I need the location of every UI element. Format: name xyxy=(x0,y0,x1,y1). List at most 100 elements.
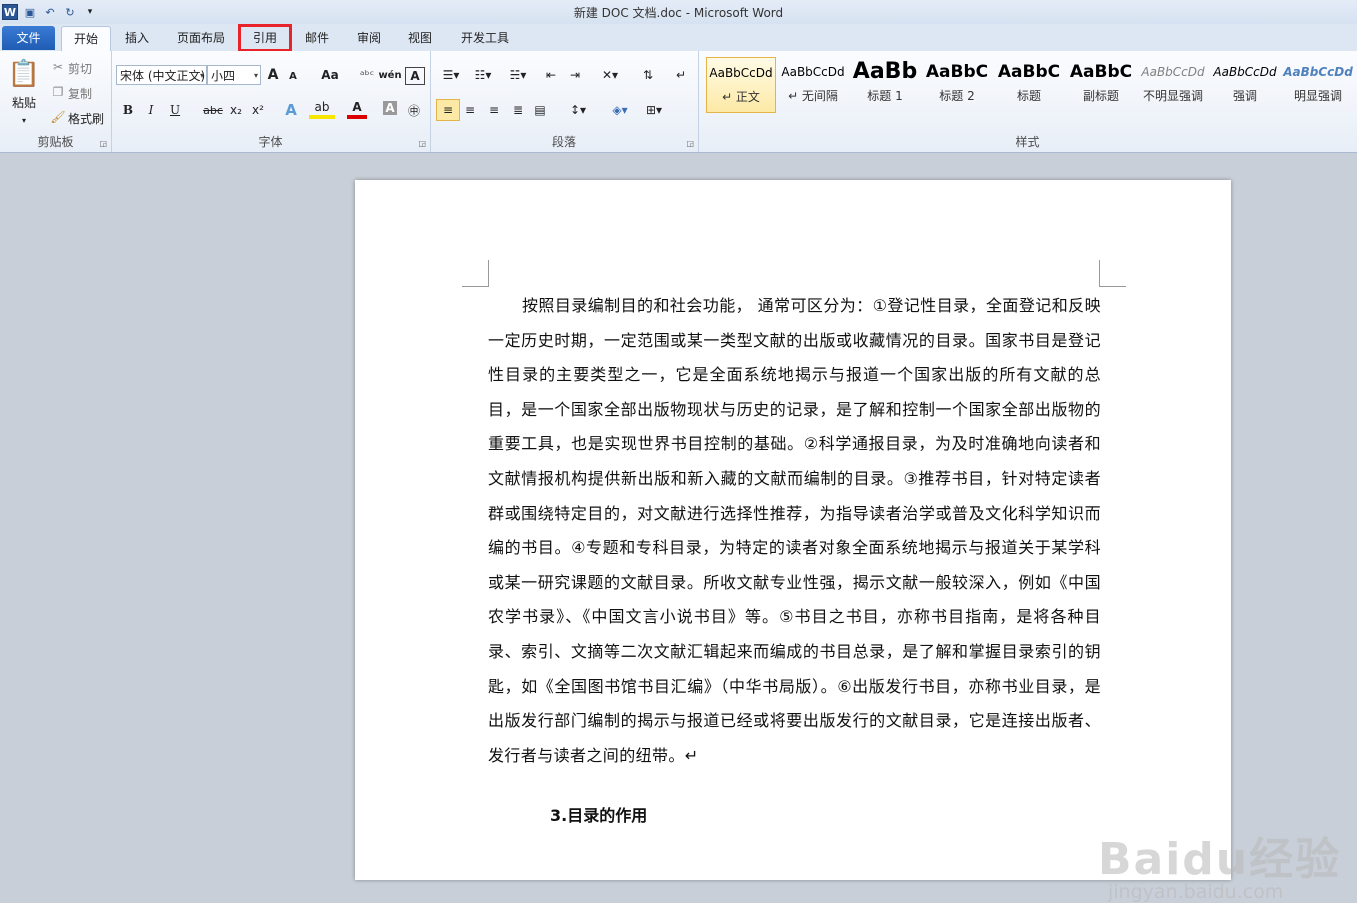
paste-icon[interactable]: 📋 xyxy=(6,55,42,93)
font-color-icon[interactable]: A xyxy=(347,99,367,119)
tab-insert[interactable]: 插入 xyxy=(113,26,161,50)
underline-button[interactable]: U xyxy=(166,99,184,121)
italic-button[interactable]: I xyxy=(142,99,160,121)
chinese-layout-icon[interactable]: ✕▾ xyxy=(596,64,624,86)
document-page[interactable]: 按照目录编制目的和社会功能， 通常可区分为：①登记性目录，全面登记和反映一定历史… xyxy=(355,180,1231,880)
style-name: 标题 xyxy=(1016,89,1041,103)
copy-button[interactable]: 复制 xyxy=(68,85,92,102)
style-preview: AaBbCcDd xyxy=(781,65,845,79)
copy-icon: ❐ xyxy=(52,85,64,99)
tab-file[interactable]: 文件 xyxy=(2,26,55,50)
highlight-color-icon[interactable]: ab xyxy=(309,99,335,119)
style-normal[interactable]: AaBbCcDd ↵ 正文 xyxy=(706,57,776,113)
increase-indent-icon[interactable]: ⇥ xyxy=(566,64,584,86)
shrink-font-button[interactable]: A xyxy=(285,65,301,87)
ribbon-tabs: 文件 开始 插入 页面布局 引用 邮件 审阅 视图 开发工具 xyxy=(0,24,1357,52)
style-name: 标题 1 xyxy=(867,89,903,103)
style-name: 标题 2 xyxy=(939,89,975,103)
style-preview: AaBbCcDd xyxy=(1213,65,1277,79)
style-name: ↵ 无间隔 xyxy=(788,89,838,103)
tab-home[interactable]: 开始 xyxy=(61,26,111,52)
style-no-spacing[interactable]: AaBbCcDd ↵ 无间隔 xyxy=(778,57,848,113)
style-preview: AaBbCcDd xyxy=(1141,65,1205,79)
styles-group-label: 样式 xyxy=(1015,135,1040,149)
body-paragraph[interactable]: 按照目录编制目的和社会功能， 通常可区分为：①登记性目录，全面登记和反映一定历史… xyxy=(488,289,1101,773)
font-group-label: 字体 xyxy=(258,135,283,149)
style-intense-emphasis[interactable]: AaBbCcDd 明显强调 xyxy=(1282,57,1354,113)
style-preview: AaBb xyxy=(852,59,918,84)
styles-group: AaBbCcDd ↵ 正文 AaBbCcDd ↵ 无间隔 AaBb 标题 1 A… xyxy=(698,51,1357,152)
watermark-logo: Baidu经验 xyxy=(1098,834,1342,885)
style-heading-1[interactable]: AaBb 标题 1 xyxy=(850,57,920,113)
numbering-icon[interactable]: ☷▾ xyxy=(470,64,496,86)
shading-icon[interactable]: ◈▾ xyxy=(606,99,634,121)
tab-view[interactable]: 视图 xyxy=(397,26,443,50)
clipboard-group: 📋 粘贴 ▾ ✂ 剪切 ❐ 复制 🖌 格式刷 剪贴板 ◲ xyxy=(0,51,112,152)
font-size-value: 小四 xyxy=(211,69,236,83)
font-name-value: 宋体 (中文正文) xyxy=(120,69,206,83)
multilevel-list-icon[interactable]: ☵▾ xyxy=(504,64,532,86)
clipboard-launcher-icon[interactable]: ◲ xyxy=(99,139,107,148)
style-name: ↵ 正文 xyxy=(722,90,760,104)
tab-mailings[interactable]: 邮件 xyxy=(294,26,340,50)
bold-button[interactable]: B xyxy=(119,99,137,121)
distributed-icon[interactable]: ▤ xyxy=(530,99,550,121)
subscript-button[interactable]: x₂ xyxy=(227,99,245,121)
style-name: 明显强调 xyxy=(1293,89,1342,103)
style-subtitle[interactable]: AaBbC 副标题 xyxy=(1066,57,1136,113)
superscript-button[interactable]: x² xyxy=(249,99,267,121)
clipboard-group-label: 剪贴板 xyxy=(37,135,74,149)
character-shading-icon[interactable]: A xyxy=(383,101,397,115)
chevron-down-icon: ▾ xyxy=(199,71,204,80)
section-heading[interactable]: 3.目录的作用 xyxy=(550,802,647,826)
style-heading-2[interactable]: AaBbC 标题 2 xyxy=(922,57,992,113)
format-painter-icon: 🖌 xyxy=(50,110,66,124)
paragraph-launcher-icon[interactable]: ◲ xyxy=(686,139,694,148)
style-subtle-emphasis[interactable]: AaBbCcDd 不明显强调 xyxy=(1138,57,1208,113)
ribbon: 📋 粘贴 ▾ ✂ 剪切 ❐ 复制 🖌 格式刷 剪贴板 ◲ 宋体 (中文正文) ▾… xyxy=(0,51,1357,153)
title-bar: W ▣ ↶ ↻ ▾ 新建 DOC 文档.doc - Microsoft Word xyxy=(0,0,1357,24)
paste-dropdown-icon[interactable]: ▾ xyxy=(14,109,34,131)
cut-button[interactable]: 剪切 xyxy=(68,60,92,77)
style-name: 不明显强调 xyxy=(1142,89,1203,103)
enclose-characters-icon[interactable]: wén xyxy=(378,64,401,86)
style-preview: AaBbC xyxy=(1069,62,1133,82)
grow-font-button[interactable]: A xyxy=(264,64,282,86)
style-name: 强调 xyxy=(1232,89,1257,103)
paragraph-group-label: 段落 xyxy=(551,135,576,149)
show-marks-icon[interactable]: ↵ xyxy=(672,64,690,86)
line-spacing-icon[interactable]: ↕▾ xyxy=(564,99,592,121)
margin-corner-mark xyxy=(462,260,489,287)
phonetic-guide-icon[interactable]: ᵃᵇᶜ xyxy=(358,64,376,86)
strikethrough-button[interactable]: abc xyxy=(202,99,224,121)
change-case-button[interactable]: Aa xyxy=(317,64,343,86)
sort-icon[interactable]: ⇅ xyxy=(638,64,658,86)
style-title[interactable]: AaBbC 标题 xyxy=(994,57,1064,113)
font-name-combo[interactable]: 宋体 (中文正文) ▾ xyxy=(116,65,207,85)
format-painter-button[interactable]: 格式刷 xyxy=(68,110,104,127)
borders-icon[interactable]: ⊞▾ xyxy=(640,99,668,121)
style-emphasis[interactable]: AaBbCcDd 强调 xyxy=(1210,57,1280,113)
enclosed-character-icon[interactable]: ㊥ xyxy=(405,99,423,121)
style-preview: AaBbCcDd xyxy=(1283,65,1353,79)
font-launcher-icon[interactable]: ◲ xyxy=(418,139,426,148)
justify-icon[interactable]: ≣ xyxy=(508,99,528,121)
text-effects-icon[interactable]: A xyxy=(279,99,303,121)
style-preview: AaBbCcDd xyxy=(709,66,773,80)
font-size-combo[interactable]: 小四 ▾ xyxy=(207,65,261,85)
style-preview: AaBbC xyxy=(925,62,989,82)
align-left-icon[interactable]: ≡ xyxy=(436,99,460,121)
bullets-icon[interactable]: ☰▾ xyxy=(438,64,464,86)
tab-review[interactable]: 审阅 xyxy=(346,26,392,50)
document-area[interactable]: 按照目录编制目的和社会功能， 通常可区分为：①登记性目录，全面登记和反映一定历史… xyxy=(0,153,1357,903)
align-right-icon[interactable]: ≡ xyxy=(484,99,504,121)
cut-icon: ✂ xyxy=(52,60,64,74)
align-center-icon[interactable]: ≡ xyxy=(460,99,480,121)
tab-page-layout[interactable]: 页面布局 xyxy=(167,26,235,50)
character-border-icon[interactable]: A xyxy=(405,67,425,85)
paragraph-group: ☰▾ ☷▾ ☵▾ ⇤ ⇥ ✕▾ ⇅ ↵ ≡ ≡ ≡ ≣ ▤ ↕▾ ◈▾ ⊞▾ 段… xyxy=(430,51,699,152)
decrease-indent-icon[interactable]: ⇤ xyxy=(542,64,560,86)
chevron-down-icon: ▾ xyxy=(253,71,258,80)
tab-references[interactable]: 引用 xyxy=(238,24,292,52)
tab-developer[interactable]: 开发工具 xyxy=(448,26,522,50)
